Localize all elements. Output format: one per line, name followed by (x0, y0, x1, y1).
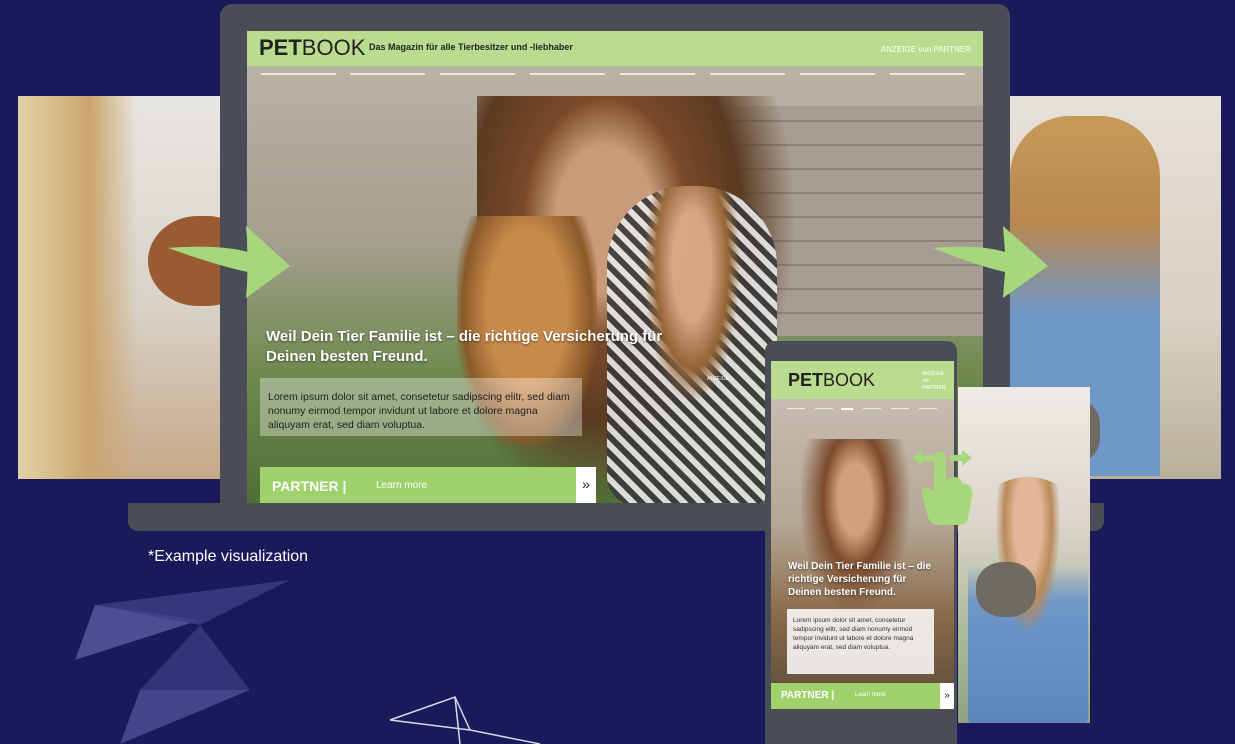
nav-line[interactable] (440, 73, 515, 75)
arrow-right-icon (168, 226, 290, 298)
arrow-right-icon (933, 226, 1048, 298)
partner-cta-button[interactable]: PARTNER | Learn more » (260, 467, 596, 503)
ad-headline: Weil Dein Tier Familie ist – die richtig… (788, 561, 932, 598)
nav-line[interactable] (710, 73, 785, 75)
site-tagline: Das Magazin für alle Tierbesitzer und -l… (369, 42, 573, 52)
cta-partner-label: PARTNER | (781, 690, 835, 701)
double-chevron-right-icon[interactable]: » (576, 467, 596, 503)
phone-screen: PETBOOK ANZEIGE von PARTNER Weil Dein Ti… (771, 361, 954, 710)
ad-badge: ANZEIGE (707, 376, 729, 382)
nav-line[interactable] (350, 73, 425, 75)
nav-line[interactable] (841, 408, 853, 410)
nav-line[interactable] (919, 408, 937, 409)
nav-line[interactable] (815, 408, 833, 409)
nav-line[interactable] (530, 73, 605, 75)
petbook-logo[interactable]: PETBOOK (788, 370, 875, 391)
double-chevron-right-icon[interactable]: » (940, 683, 954, 709)
nav-line[interactable] (800, 73, 875, 75)
site-header: PETBOOK Das Magazin für alle Tierbesitze… (247, 31, 983, 66)
ad-teaser-text: Lorem ipsum dolor sit amet, consetetur s… (260, 378, 582, 436)
mobile-site-header: PETBOOK ANZEIGE von PARTNER (771, 361, 954, 399)
nav-line[interactable] (620, 73, 695, 75)
swipe-gesture-icon (912, 450, 973, 525)
ad-label: ANZEIGE von PARTNER (922, 371, 946, 391)
caption-text: *Example visualization (148, 548, 309, 565)
cta-partner-label: PARTNER | (272, 478, 347, 494)
nav-line[interactable] (787, 408, 805, 409)
nav-line[interactable] (890, 73, 965, 75)
cta-learn-more[interactable]: Learn more (376, 480, 427, 491)
nav-line[interactable] (891, 408, 909, 409)
nav-line[interactable] (863, 408, 881, 409)
ad-label: ANZEIGE von PARTNER (881, 45, 971, 54)
ad-headline: Weil Dein Tier Familie ist – die richtig… (266, 328, 663, 365)
petbook-logo[interactable]: PETBOOK (259, 35, 365, 61)
ad-teaser-text: Lorem ipsum dolor sit amet, consetetur s… (787, 609, 934, 674)
photo-girl-hugging-cat (958, 387, 1090, 723)
partner-cta-button[interactable]: PARTNER | Learn more » (771, 683, 954, 709)
cta-learn-more[interactable]: Learn more (855, 692, 886, 698)
nav-line[interactable] (261, 73, 336, 75)
